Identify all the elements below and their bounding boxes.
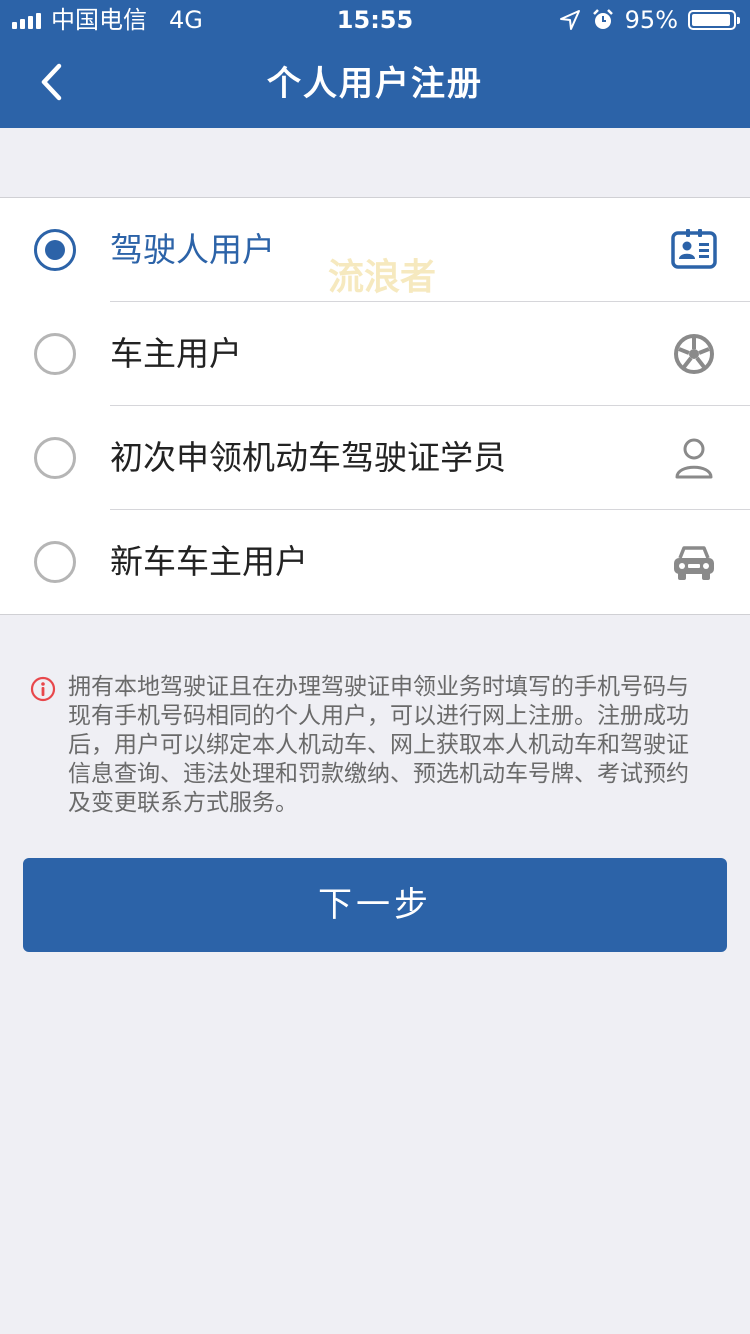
person-icon [675,438,713,479]
battery-icon [688,10,740,30]
battery-percent: 95% [624,6,678,34]
next-step-button[interactable]: 下一步 [23,858,727,952]
notice-text: 拥有本地驾驶证且在办理驾驶证申领业务时填写的手机号码与现有手机号码相同的个人用户… [68,674,689,816]
status-bar: 中国电信 4G 15:55 95% [0,0,750,40]
page-title: 个人用户注册 [267,64,483,104]
radio-button[interactable] [34,541,76,583]
radio-button[interactable] [34,333,76,375]
option-label: 初次申领机动车驾驶证学员 [110,438,506,477]
user-type-option-new-car-owner[interactable]: 新车车主用户 [0,510,750,614]
user-type-option-learner[interactable]: 初次申领机动车驾驶证学员 [0,406,750,510]
location-arrow-icon [559,10,580,30]
info-icon [30,676,56,702]
id-card-icon [671,229,717,269]
watermark-text: 流浪者 [328,257,437,298]
radio-button[interactable] [34,437,76,479]
status-right: 95% [559,0,740,40]
back-button[interactable] [26,50,82,114]
option-label: 新车车主用户 [110,542,308,581]
car-icon [674,546,714,580]
option-label: 车主用户 [110,334,242,373]
wheel-icon [674,334,714,374]
user-type-option-vehicle-owner[interactable]: 车主用户 [0,302,750,406]
option-label: 驾驶人用户 [110,230,275,269]
chevron-left-icon [41,63,62,101]
alarm-clock-icon [592,9,613,29]
nav-bar: 个人用户注册 [0,40,750,128]
radio-button-selected[interactable] [34,229,76,271]
header-bar: 中国电信 4G 15:55 95% 个人用户注册 [0,0,750,128]
